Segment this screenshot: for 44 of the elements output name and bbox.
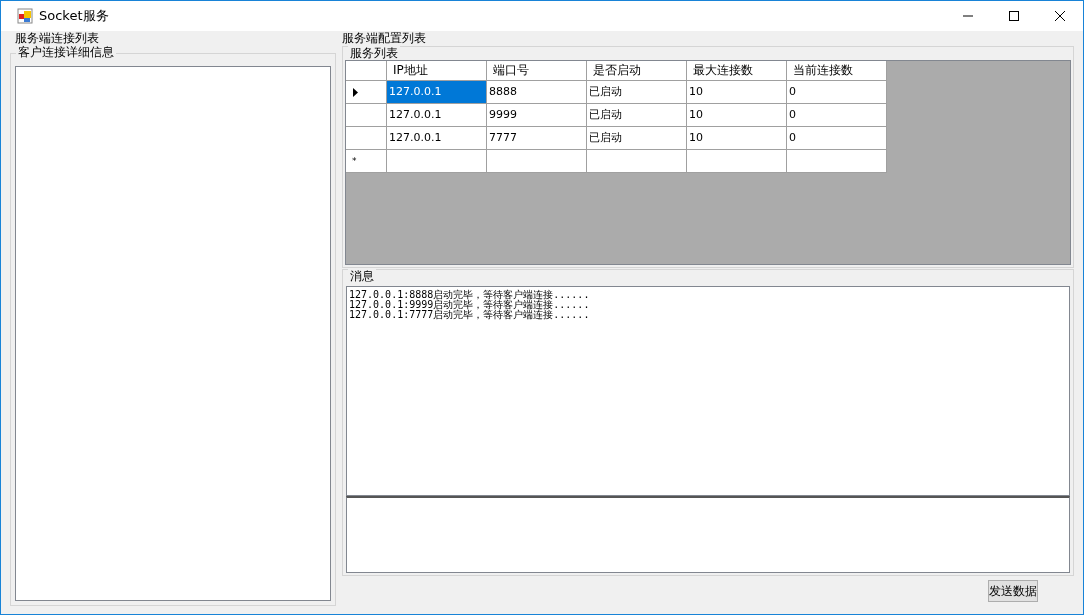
input-field[interactable]: [346, 496, 1070, 573]
column-header[interactable]: 是否启动: [587, 61, 687, 81]
column-header[interactable]: IP地址: [387, 61, 487, 81]
table-cell[interactable]: [787, 150, 887, 173]
column-header[interactable]: 最大连接数: [687, 61, 787, 81]
table-cell: 已启动: [587, 127, 687, 150]
table-cell: 127.0.0.1: [387, 127, 487, 150]
table-cell[interactable]: [487, 150, 587, 173]
app-icon: [17, 8, 33, 24]
row-header[interactable]: [346, 81, 387, 104]
data-grid[interactable]: IP地址 端口号 是否启动 最大连接数 当前连接数 127.0.0.1 8888 已启动 10 0 127.0.0.1 9999 已启动 10 0 127.0.0.1 7777 已启动 10 0 *: [345, 60, 1071, 265]
panel-title: 服务端配置列表: [342, 32, 427, 45]
table-cell[interactable]: [687, 150, 787, 173]
close-icon: [1055, 11, 1065, 21]
group-title: 服务列表: [348, 46, 400, 60]
column-header[interactable]: 当前连接数: [787, 61, 887, 81]
table-cell: 9999: [487, 104, 587, 127]
table-cell[interactable]: [587, 150, 687, 173]
column-header[interactable]: 端口号: [487, 61, 587, 81]
table-cell: 127.0.0.1: [387, 104, 487, 127]
message-log[interactable]: 127.0.0.1:8888启动完毕，等待客户端连接...... 127.0.0.1:9999启动完毕，等待客户端连接...... 127.0.0.1:7777启动完毕，等待客户端连接......: [346, 286, 1070, 496]
table-cell[interactable]: [387, 150, 487, 173]
panel-title: 服务端连接列表: [15, 32, 100, 45]
new-row-marker: *: [352, 156, 357, 166]
group-title: 消息: [348, 269, 376, 283]
table-cell: 127.0.0.1: [387, 81, 487, 104]
message-line: 127.0.0.1:7777启动完毕，等待客户端连接......: [349, 310, 591, 320]
message-line: 127.0.0.1:8888启动完毕，等待客户端连接......: [349, 290, 591, 300]
table-cell: 10: [687, 104, 787, 127]
table-cell: 7777: [487, 127, 587, 150]
table-cell: 已启动: [587, 81, 687, 104]
table-cell: 0: [787, 104, 887, 127]
table-cell: 10: [687, 127, 787, 150]
table-cell: 8888: [487, 81, 587, 104]
table-cell: 10: [687, 81, 787, 104]
message-line: 127.0.0.1:9999启动完毕，等待客户端连接......: [349, 300, 591, 310]
window-title: Socket服务: [39, 7, 109, 26]
maximize-icon: [1009, 11, 1019, 21]
table-cell: 0: [787, 81, 887, 104]
send-button[interactable]: 发送数据: [988, 580, 1038, 602]
table-cell: 0: [787, 127, 887, 150]
row-header[interactable]: *: [346, 150, 387, 173]
table-cell: 已启动: [587, 104, 687, 127]
group-title: 客户连接详细信息: [16, 45, 116, 59]
